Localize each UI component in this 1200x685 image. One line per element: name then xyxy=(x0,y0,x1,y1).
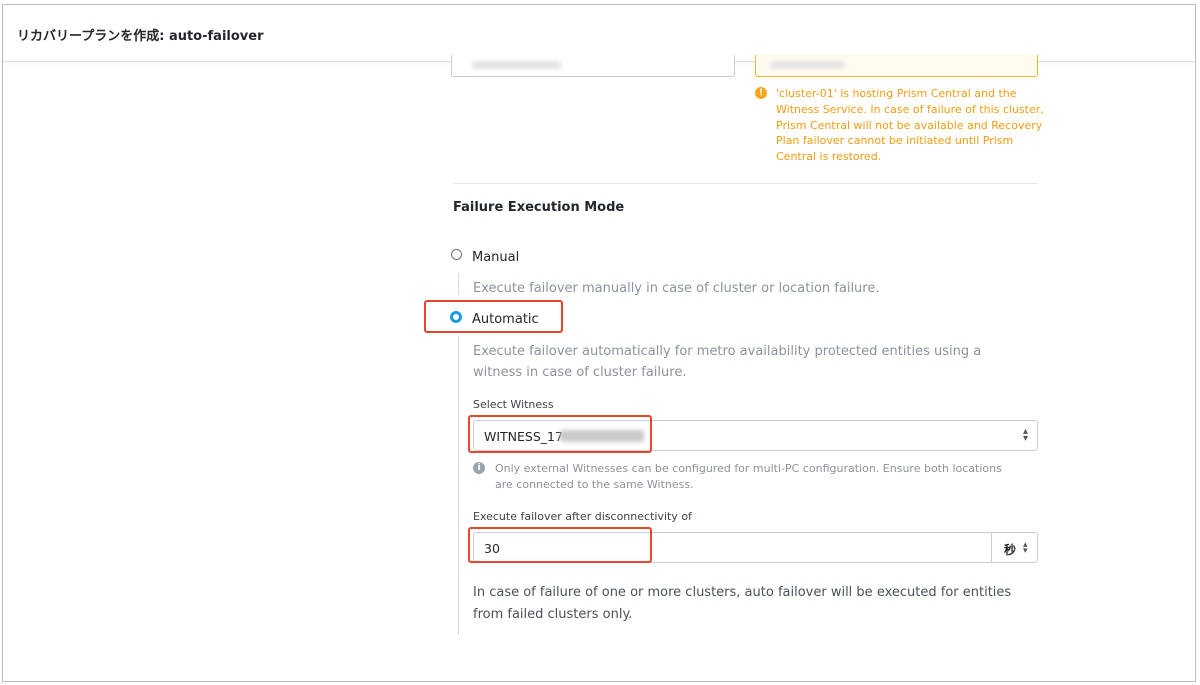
disconnect-label: Execute failover after disconnectivity o… xyxy=(473,510,692,523)
automatic-radio[interactable] xyxy=(450,311,462,323)
source-cluster-field[interactable] xyxy=(451,55,735,77)
unit-separator xyxy=(991,533,992,562)
automatic-radio-label[interactable]: Automatic xyxy=(472,312,539,327)
time-unit-select[interactable]: 秒 xyxy=(1004,541,1016,558)
auto-failover-note: In case of failure of one or more cluste… xyxy=(473,585,1012,622)
disconnect-timeout-value: 30 xyxy=(484,541,500,556)
dialog-header: リカバリープランを作成: auto-failover xyxy=(3,5,1195,62)
select-caret-icon: ▴ ▾ xyxy=(1022,426,1028,444)
warning-message: 'cluster-01' is hosting Prism Central an… xyxy=(776,87,1044,164)
target-cluster-field[interactable] xyxy=(755,55,1038,77)
automatic-guide-line xyxy=(458,335,459,635)
manual-radio[interactable] xyxy=(451,249,462,260)
dialog-window: リカバリープランを作成: auto-failover ! 'cluster-01… xyxy=(2,4,1196,682)
dialog-title: リカバリープランを作成: auto-failover xyxy=(17,29,264,44)
witness-info: Only external Witnesses can be configure… xyxy=(495,462,1002,491)
disconnect-timeout-input[interactable]: 30 秒 ▴ ▾ xyxy=(473,532,1038,563)
unit-caret-icon: ▴ ▾ xyxy=(1023,540,1028,556)
witness-select[interactable]: WITNESS_17 ▴ ▾ xyxy=(473,420,1038,451)
failure-mode-title: Failure Execution Mode xyxy=(453,200,625,215)
section-divider xyxy=(453,183,1038,184)
info-icon: i xyxy=(473,462,485,474)
manual-guide-line xyxy=(458,273,459,295)
manual-radio-label[interactable]: Manual xyxy=(472,250,519,265)
redacted-witness-id xyxy=(560,430,644,442)
manual-description: Execute failover manually in case of clu… xyxy=(473,281,880,296)
witness-label: Select Witness xyxy=(473,398,554,411)
witness-select-value: WITNESS_17 xyxy=(484,429,563,444)
warning-icon: ! xyxy=(755,87,767,99)
automatic-description: Execute failover automatically for metro… xyxy=(473,344,982,380)
